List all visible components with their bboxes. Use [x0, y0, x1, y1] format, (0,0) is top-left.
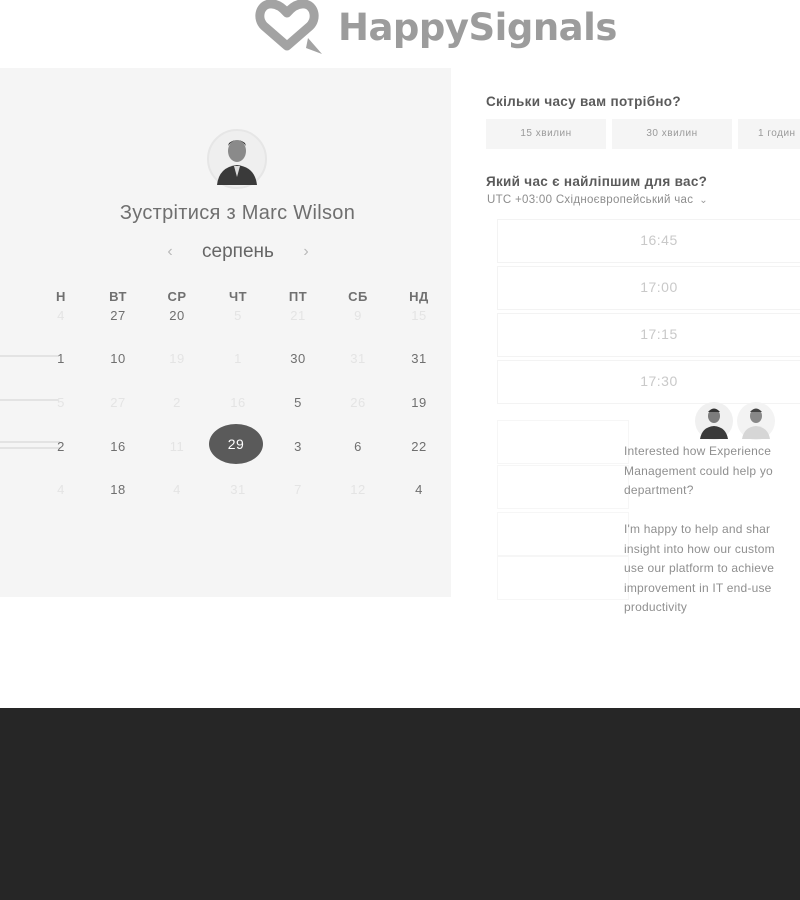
chat-message: Interested how Experience Management cou…	[624, 444, 775, 614]
calendar-day: 5	[57, 395, 65, 410]
brand-name: HappySignals	[338, 5, 617, 49]
calendar-day: 21	[290, 308, 306, 323]
weekday-header: ЧТ	[228, 289, 248, 304]
calendar-day: 31	[350, 351, 366, 366]
calendar-day[interactable]: 18	[90, 482, 146, 497]
calendar-day: 31	[230, 482, 246, 497]
calendar-day[interactable]: 16	[90, 439, 146, 454]
weekday-header: НД	[409, 289, 429, 304]
calendar-day[interactable]: 5	[270, 395, 326, 410]
host-avatar	[207, 129, 267, 189]
calendar-day: 5	[234, 308, 242, 323]
weekday-header: Н	[56, 289, 66, 304]
selected-calendar-day[interactable]: 29	[209, 424, 263, 464]
time-slot-label: 16:45	[640, 232, 678, 248]
time-slot[interactable]	[497, 556, 629, 600]
calendar-day: 11	[169, 439, 185, 454]
calendar-day: 1	[234, 351, 242, 366]
calendar-day: 4	[173, 482, 181, 497]
weekday-header: СБ	[348, 289, 368, 304]
calendar-day: 26	[350, 395, 366, 410]
calendar-day: 12	[350, 482, 366, 497]
duration-option-30[interactable]: 30 хвилин	[612, 119, 732, 149]
prev-month-chevron-icon[interactable]: ‹	[160, 243, 180, 261]
calendar-day: 7	[294, 482, 302, 497]
footer	[0, 708, 800, 900]
chevron-down-icon: ⌄	[699, 195, 708, 206]
chat-agent-avatars[interactable]	[690, 401, 782, 441]
time-slot[interactable]	[497, 420, 629, 464]
calendar-day: 4	[57, 482, 65, 497]
duration-option-60[interactable]: 1 годин	[738, 119, 800, 149]
heart-logo-icon	[255, 0, 322, 54]
weekday-header: СР	[167, 289, 187, 304]
calendar-panel: Зустрітися з Marc Wilson ‹ серпень ›	[0, 68, 451, 597]
month-navigator: ‹ серпень ›	[160, 240, 316, 264]
calendar-day: 15	[411, 308, 427, 323]
calendar-day[interactable]: 30	[270, 351, 326, 366]
calendar-day: 2	[173, 395, 181, 410]
calendar-day[interactable]: 1	[33, 351, 89, 366]
calendar-day: 9	[354, 308, 362, 323]
time-slot[interactable]: 17:30	[497, 360, 800, 404]
time-slot[interactable]	[497, 512, 629, 556]
time-question: Який час є найліпшим для вас?	[486, 174, 708, 189]
time-slot[interactable]: 16:45	[497, 219, 800, 263]
time-slot-label: 17:15	[640, 326, 678, 342]
calendar-day[interactable]: 2	[33, 439, 89, 454]
calendar-day[interactable]: 4	[391, 482, 447, 497]
calendar-day[interactable]: 22	[391, 439, 447, 454]
time-slot[interactable]	[497, 465, 629, 509]
calendar-day: 4	[57, 308, 65, 323]
weekday-header: ВТ	[109, 289, 127, 304]
time-slot-label: 17:30	[640, 373, 678, 389]
time-slot[interactable]: 17:15	[497, 313, 800, 357]
calendar-day[interactable]: 31	[391, 351, 447, 366]
calendar-day[interactable]: 27	[90, 308, 146, 323]
calendar-day: 27	[110, 395, 126, 410]
time-slot[interactable]: 17:00	[497, 266, 800, 310]
calendar-day[interactable]: 10	[90, 351, 146, 366]
meeting-title: Зустрітися з Marc Wilson	[119, 202, 356, 224]
next-month-chevron-icon[interactable]: ›	[296, 243, 316, 261]
timezone-label: UTC +03:00 Східноєвропейський час	[487, 194, 694, 206]
current-month: серпень	[202, 241, 274, 262]
calendar-day[interactable]: 3	[270, 439, 326, 454]
calendar-day[interactable]: 6	[330, 439, 386, 454]
calendar-day[interactable]: 19	[391, 395, 447, 410]
weekday-header: ПТ	[288, 289, 308, 304]
calendar-day: 19	[169, 351, 185, 366]
happysignals-logo[interactable]: HappySignals	[248, 0, 617, 54]
calendar-day: 16	[230, 395, 246, 410]
calendar-day[interactable]: 20	[149, 308, 205, 323]
time-slot-label: 17:00	[640, 279, 678, 295]
duration-option-15[interactable]: 15 хвилин	[486, 119, 606, 149]
timezone-selector[interactable]: UTC +03:00 Східноєвропейський час ⌄	[487, 194, 708, 206]
duration-question: Скільки часу вам потрібно?	[486, 94, 681, 109]
